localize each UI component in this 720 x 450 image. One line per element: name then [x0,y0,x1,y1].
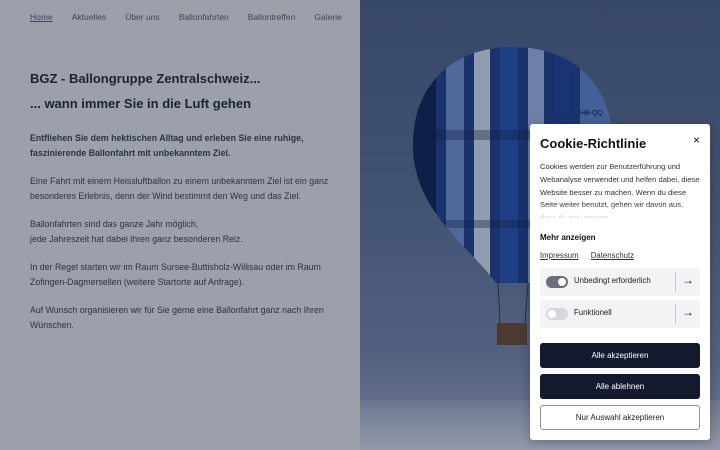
datenschutz-link[interactable]: Datenschutz [591,251,634,260]
row-divider [675,304,676,324]
category-required: Unbedingt erforderlich → [540,268,700,296]
functional-label: Funktionell [574,308,612,317]
main-nav: Home Aktuelles Über uns Ballonfahrten Ba… [30,12,469,22]
paragraph-2-line-2: jede Jahreszeit hat dabei ihren ganz bes… [30,233,243,244]
required-label: Unbedingt erforderlich [574,276,651,285]
paragraph-1: Eine Fahrt mit einem Heissluftballon zu … [30,176,329,201]
accept-all-button[interactable]: Alle akzeptieren [540,343,700,368]
arrow-right-icon[interactable]: → [682,305,694,319]
nav-item-sponsoren[interactable]: Sponsoren [361,12,402,22]
nav-item-kontakt[interactable]: Kontakt [421,12,450,22]
show-more-link[interactable]: Mehr anzeigen [540,233,596,242]
nav-item-ballonfahrten[interactable]: Ballonfahrten [179,12,229,22]
nav-item-home[interactable]: Home [30,12,53,22]
paragraph-4: Auf Wunsch organisieren wir für Sie gern… [30,305,324,330]
close-icon[interactable]: × [693,133,700,147]
headline-line-1: BGZ - Ballongruppe Zentralschweiz... [30,71,261,86]
functional-toggle[interactable] [546,308,568,320]
accept-selection-button[interactable]: Nur Auswahl akzeptieren [540,405,700,430]
nav-item-aktuelles[interactable]: Aktuelles [72,12,107,22]
nav-item-galerie[interactable]: Galerie [314,12,341,22]
reject-all-button[interactable]: Alle ablehnen [540,374,700,399]
headline-line-2: ... wann immer Sie in die Luft gehen [30,96,252,111]
impressum-link[interactable]: Impressum [540,251,579,260]
hero-headline: BGZ - Ballongruppe Zentralschweiz... ...… [30,66,260,116]
lead-paragraph: Entfliehen Sie dem hektischen Alltag und… [30,133,304,158]
intro-text: Entfliehen Sie dem hektischen Alltag und… [30,131,340,346]
toggle-knob [548,310,556,318]
cookie-title: Cookie-Richtlinie [540,136,647,151]
text-fade [540,204,700,220]
legal-links: Impressum Datenschutz [540,251,644,260]
row-divider [675,272,676,292]
paragraph-3: In der Regel starten wir im Raum Sursee-… [30,262,321,287]
nav-item-ueber-uns[interactable]: Über uns [125,12,160,22]
category-functional: Funktionell → [540,300,700,328]
paragraph-2-line-1: Ballonfahrten sind das ganze Jahr möglic… [30,219,199,229]
cookie-dialog: Cookie-Richtlinie × Cookies werden zur B… [530,124,710,440]
nav-item-ballontreffen[interactable]: Ballontreffen [248,12,296,22]
site-brand[interactable]: Ballongruppe Zentralschweiz [591,12,700,22]
paragraph-2: Ballonfahrten sind das ganze Jahr möglic… [30,217,340,246]
arrow-right-icon[interactable]: → [682,273,694,287]
toggle-knob [558,278,566,286]
required-toggle[interactable] [546,276,568,288]
